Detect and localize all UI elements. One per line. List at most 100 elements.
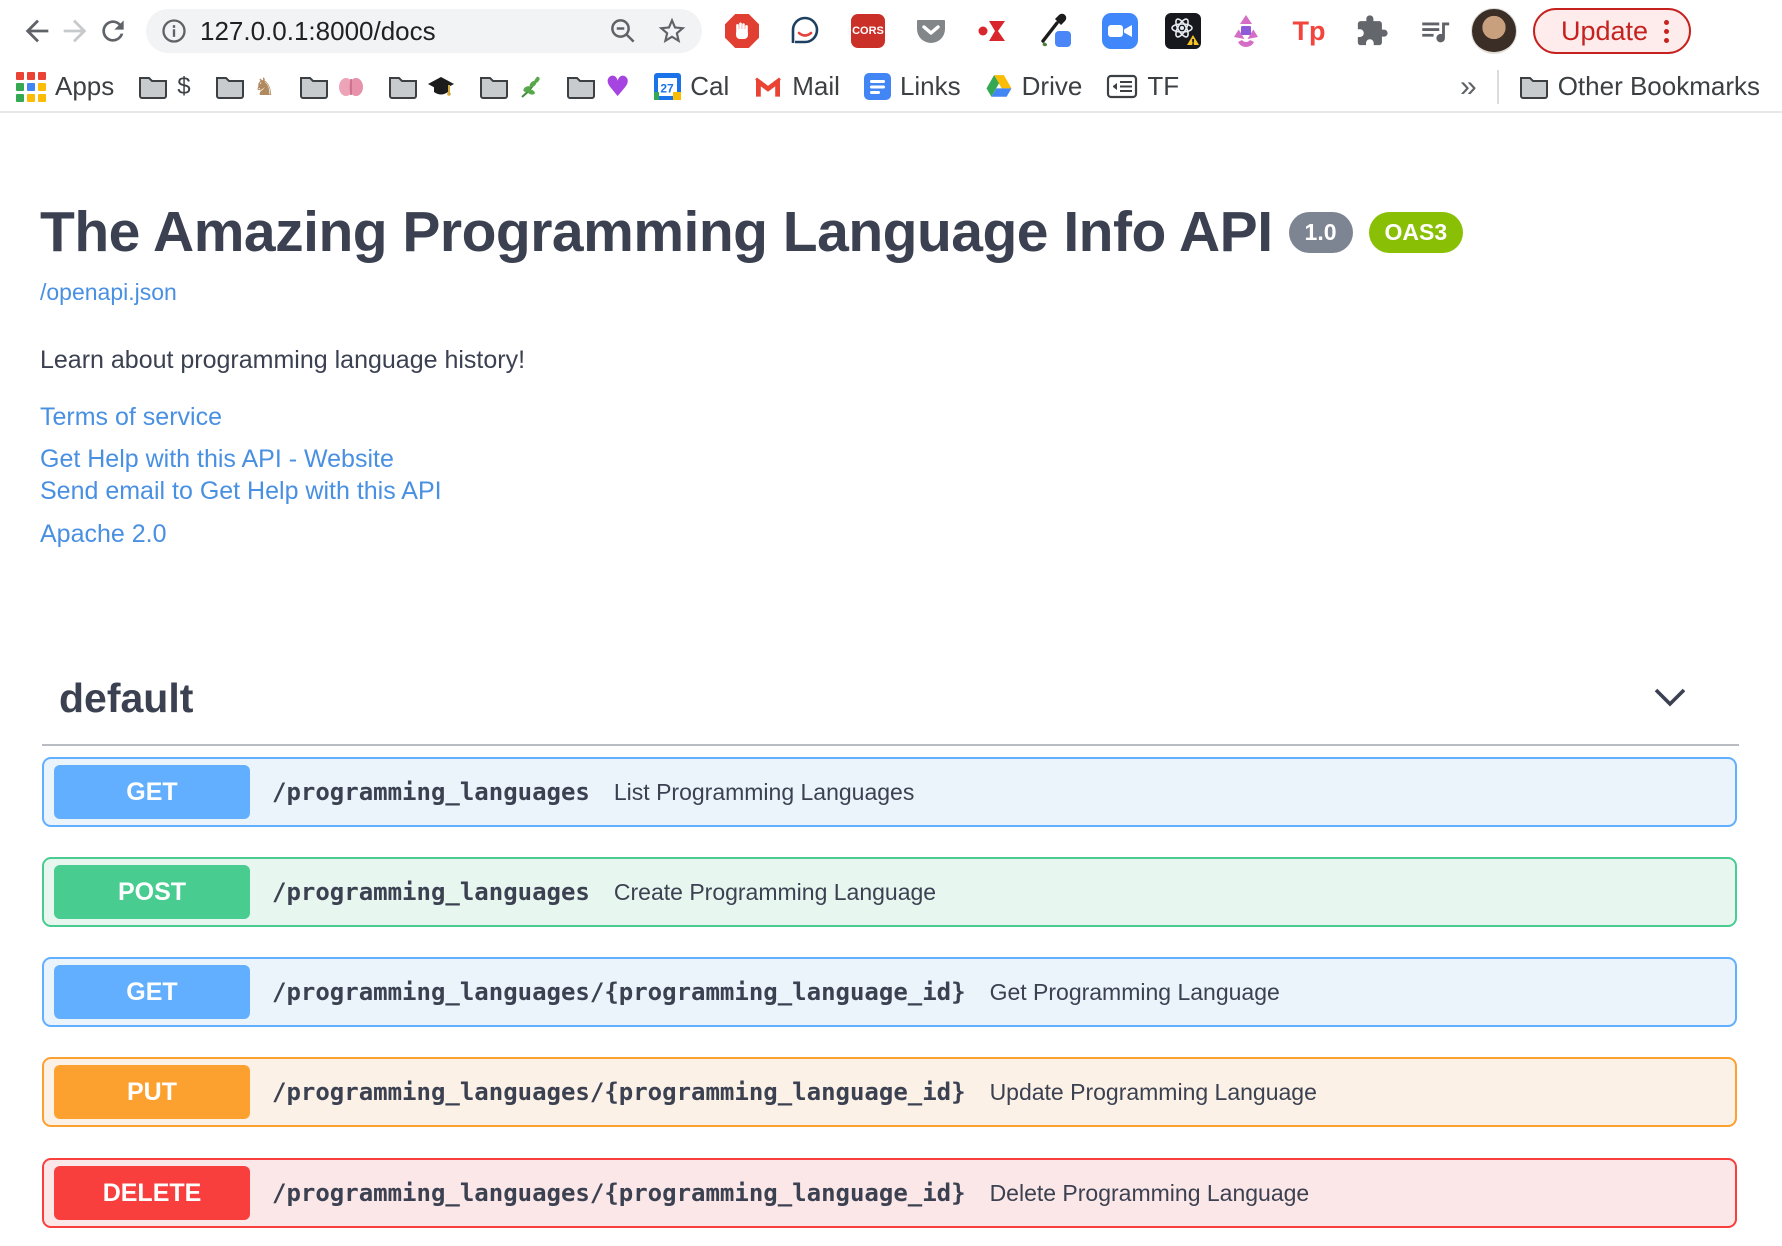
bookmark-mail[interactable]: Mail bbox=[753, 71, 840, 102]
update-button[interactable]: Update bbox=[1533, 8, 1692, 54]
method-badge: DELETE bbox=[54, 1166, 250, 1220]
tp-icon[interactable]: Tp bbox=[1291, 13, 1327, 49]
tf-label: TF bbox=[1147, 71, 1180, 101]
brain-icon bbox=[339, 77, 364, 96]
endpoint-path: /programming_languages/{programming_lang… bbox=[272, 978, 966, 1006]
help-email-link[interactable]: Send email to Get Help with this API bbox=[40, 477, 1463, 506]
endpoint-row-get-one[interactable]: GET /programming_languages/{programming_… bbox=[42, 957, 1737, 1027]
endpoint-path: /programming_languages bbox=[272, 878, 590, 906]
section-title-default[interactable]: default bbox=[59, 675, 193, 722]
carousel-horse-icon: ♞ bbox=[253, 72, 276, 101]
zoom-out-icon[interactable] bbox=[608, 16, 638, 46]
folder-icon bbox=[567, 77, 596, 99]
endpoint-row-put-update[interactable]: PUT /programming_languages/{programming_… bbox=[42, 1057, 1737, 1127]
help-website-link[interactable]: Get Help with this API - Website bbox=[40, 445, 1463, 474]
endpoint-row-get-list[interactable]: GET /programming_languages List Programm… bbox=[42, 757, 1737, 827]
folder-icon bbox=[215, 77, 244, 99]
mail-label: Mail bbox=[792, 71, 840, 101]
calendar-label: Cal bbox=[690, 71, 730, 101]
folder-icon bbox=[389, 77, 418, 99]
section-divider bbox=[42, 744, 1739, 746]
svg-text:27: 27 bbox=[661, 82, 675, 96]
links-icon bbox=[863, 73, 891, 100]
bookmarks-overflow-chevron[interactable]: » bbox=[1460, 70, 1477, 104]
api-info-block: The Amazing Programming Language Info AP… bbox=[40, 199, 1464, 549]
endpoint-summary: Update Programming Language bbox=[989, 1078, 1317, 1105]
extension-strip: CORS Tp bbox=[724, 13, 1453, 49]
url-text[interactable]: 127.0.0.1:8000/docs bbox=[200, 16, 608, 47]
pink-recycle-icon[interactable] bbox=[1228, 13, 1264, 49]
pocket-icon[interactable] bbox=[913, 13, 949, 49]
address-bar[interactable]: 127.0.0.1:8000/docs bbox=[146, 9, 702, 53]
endpoint-row-post-create[interactable]: POST /programming_languages Create Progr… bbox=[42, 857, 1737, 927]
browser-menu-kebab-icon[interactable] bbox=[1664, 19, 1670, 43]
apps-grid-icon bbox=[16, 71, 46, 102]
endpoint-summary: List Programming Languages bbox=[613, 778, 915, 805]
reload-icon[interactable] bbox=[94, 12, 132, 50]
endpoint-row-delete[interactable]: DELETE /programming_languages/{programmi… bbox=[42, 1158, 1737, 1228]
api-description: Learn about programming language history… bbox=[40, 346, 526, 374]
eyedropper-colorpicker-icon[interactable] bbox=[1039, 13, 1075, 49]
music-playlist-icon[interactable] bbox=[1417, 13, 1453, 49]
folder-icon bbox=[139, 77, 168, 99]
section-collapse-chevron-icon[interactable] bbox=[1653, 687, 1687, 714]
speech-bubble-icon[interactable] bbox=[787, 13, 823, 49]
adblock-stop-hand-icon[interactable] bbox=[724, 13, 760, 49]
page-title: The Amazing Programming Language Info AP… bbox=[40, 200, 1273, 264]
dollar-label: $ bbox=[177, 72, 191, 100]
herb-icon bbox=[521, 76, 540, 98]
google-drive-icon bbox=[986, 75, 1012, 97]
method-badge: GET bbox=[54, 965, 250, 1019]
drive-label: Drive bbox=[1021, 71, 1083, 101]
method-badge: PUT bbox=[54, 1065, 250, 1119]
react-devtools-icon[interactable] bbox=[1165, 13, 1201, 49]
endpoint-summary: Create Programming Language bbox=[613, 878, 937, 905]
bookmark-folder-dollar[interactable]: $ bbox=[138, 72, 191, 100]
back-icon[interactable] bbox=[18, 12, 56, 50]
red-ribbon-icon[interactable] bbox=[976, 13, 1012, 49]
gmail-icon bbox=[755, 76, 782, 97]
folder-icon bbox=[300, 77, 329, 99]
bookmark-folder-brain[interactable] bbox=[299, 74, 364, 99]
zoom-video-icon[interactable] bbox=[1102, 13, 1138, 49]
puzzle-extensions-icon[interactable] bbox=[1354, 13, 1390, 49]
bookmark-folder-purple-heart[interactable]: ♥ bbox=[566, 69, 631, 103]
graduation-cap-icon bbox=[428, 76, 455, 96]
cors-extension-icon[interactable]: CORS bbox=[850, 13, 886, 49]
site-info-icon[interactable] bbox=[160, 17, 188, 45]
other-bookmarks-label: Other Bookmarks bbox=[1557, 71, 1760, 101]
oas3-badge: OAS3 bbox=[1368, 211, 1464, 253]
links-label: Links bbox=[899, 71, 961, 101]
update-label: Update bbox=[1561, 15, 1649, 46]
openapi-json-link[interactable]: /openapi.json bbox=[40, 279, 1463, 306]
bookmark-tf[interactable]: TF bbox=[1106, 71, 1179, 102]
bookmark-folder-graduation[interactable] bbox=[388, 74, 455, 99]
purple-heart-icon: ♥ bbox=[605, 69, 631, 103]
bookmark-folder-carousel-horse[interactable]: ♞ bbox=[215, 72, 276, 101]
endpoint-path: /programming_languages/{programming_lang… bbox=[272, 1078, 966, 1106]
method-badge: POST bbox=[54, 865, 250, 919]
folder-icon bbox=[480, 77, 509, 99]
bookmarks-bar: Apps $ ♞ ♥ 27 Cal Mail Links Drive TF » … bbox=[0, 62, 1782, 113]
browser-toolbar: 127.0.0.1:8000/docs CORS Tp Update bbox=[0, 0, 1782, 62]
endpoint-path: /programming_languages bbox=[272, 778, 590, 806]
google-calendar-icon: 27 bbox=[654, 73, 682, 100]
bookmark-drive[interactable]: Drive bbox=[985, 71, 1083, 102]
folder-icon bbox=[1519, 77, 1548, 99]
version-badge: 1.0 bbox=[1288, 211, 1353, 253]
bookmark-folder-herb[interactable] bbox=[479, 74, 542, 99]
other-bookmarks[interactable]: Other Bookmarks bbox=[1519, 71, 1760, 102]
card-icon bbox=[1107, 74, 1138, 99]
license-link[interactable]: Apache 2.0 bbox=[40, 520, 1463, 549]
bookmark-star-icon[interactable] bbox=[656, 15, 688, 47]
profile-avatar[interactable] bbox=[1471, 8, 1517, 54]
bookmarks-separator bbox=[1496, 69, 1499, 104]
endpoint-path: /programming_languages/{programming_lang… bbox=[272, 1179, 966, 1207]
method-badge: GET bbox=[54, 765, 250, 819]
bookmark-calendar[interactable]: 27 Cal bbox=[654, 71, 729, 102]
bookmark-links[interactable]: Links bbox=[863, 71, 961, 102]
terms-link[interactable]: Terms of service bbox=[40, 403, 1463, 432]
forward-icon[interactable] bbox=[56, 12, 94, 50]
endpoint-summary: Delete Programming Language bbox=[989, 1179, 1310, 1206]
bookmark-apps[interactable]: Apps bbox=[16, 71, 114, 102]
